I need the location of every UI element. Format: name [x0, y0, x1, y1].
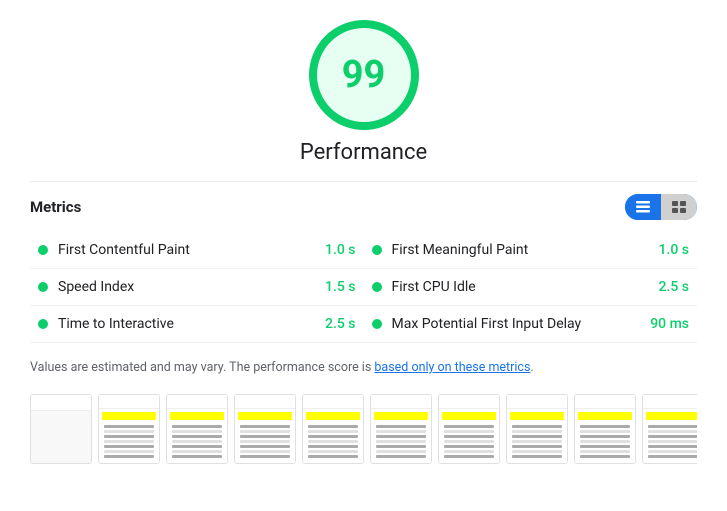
filmstrip-thumbnail: [98, 394, 160, 464]
thumb-content: [371, 409, 431, 463]
notice-after: .: [530, 360, 533, 375]
thumb-content: [439, 409, 499, 463]
metric-name: Speed Index: [58, 279, 317, 295]
filmstrip-thumbnail: [370, 394, 432, 464]
metric-name: First Contentful Paint: [58, 242, 317, 258]
metric-dot: [38, 282, 48, 292]
notice-text: Values are estimated and may vary. The p…: [30, 359, 697, 378]
metric-dot: [372, 319, 382, 329]
metric-row: First CPU Idle 2.5 s: [364, 269, 698, 306]
thumb-top: [303, 395, 363, 409]
view-toggle[interactable]: [625, 194, 697, 220]
score-number: 99: [342, 53, 386, 97]
metric-name: First Meaningful Paint: [392, 242, 651, 258]
thumb-top: [99, 395, 159, 409]
metric-dot: [372, 282, 382, 292]
metric-value: 1.0 s: [325, 242, 356, 258]
thumb-top: [31, 395, 91, 411]
detail-icon: [671, 199, 687, 215]
metric-row: Max Potential First Input Delay 90 ms: [364, 306, 698, 343]
notice-link[interactable]: based only on these metrics: [374, 360, 530, 375]
score-circle: 99: [309, 20, 419, 130]
filmstrip-thumbnail: [574, 394, 636, 464]
thumb-top: [167, 395, 227, 409]
thumb-content: [643, 409, 697, 463]
metric-value: 90 ms: [650, 316, 689, 332]
metric-row: First Meaningful Paint 1.0 s: [364, 232, 698, 269]
metric-value: 1.5 s: [325, 279, 356, 295]
metric-value: 2.5 s: [325, 316, 356, 332]
list-icon: [635, 199, 651, 215]
notice-before: Values are estimated and may vary. The p…: [30, 360, 374, 375]
metric-value: 2.5 s: [659, 279, 690, 295]
metrics-title: Metrics: [30, 198, 81, 216]
thumb-content: [31, 411, 91, 463]
thumb-top: [371, 395, 431, 409]
thumb-top: [235, 395, 295, 409]
thumb-content: [303, 409, 363, 463]
thumb-content: [235, 409, 295, 463]
filmstrip-thumbnail: [642, 394, 697, 464]
detail-view-button[interactable]: [661, 194, 697, 220]
filmstrip-thumbnail: [166, 394, 228, 464]
thumb-content: [575, 409, 635, 463]
score-section: 99 Performance: [30, 20, 697, 165]
metric-row: Speed Index 1.5 s: [30, 269, 364, 306]
list-view-button[interactable]: [625, 194, 661, 220]
filmstrip-thumbnail: [302, 394, 364, 464]
metric-dot: [38, 245, 48, 255]
metric-name: Time to Interactive: [58, 316, 317, 332]
metrics-header: Metrics: [30, 181, 697, 220]
thumb-content: [167, 409, 227, 463]
score-label: Performance: [300, 140, 427, 165]
metric-row: Time to Interactive 2.5 s: [30, 306, 364, 343]
metric-dot: [372, 245, 382, 255]
metrics-grid: First Contentful Paint 1.0 s First Meani…: [30, 232, 697, 343]
thumb-top: [439, 395, 499, 409]
thumb-top: [643, 395, 697, 409]
filmstrip-thumbnail: [30, 394, 92, 464]
metric-dot: [38, 319, 48, 329]
metric-name: Max Potential First Input Delay: [392, 316, 643, 332]
filmstrip-thumbnail: [506, 394, 568, 464]
filmstrip: [30, 394, 697, 464]
thumb-content: [507, 409, 567, 463]
thumb-top: [507, 395, 567, 409]
filmstrip-thumbnail: [438, 394, 500, 464]
metric-value: 1.0 s: [659, 242, 690, 258]
thumb-content: [99, 409, 159, 463]
thumb-top: [575, 395, 635, 409]
metric-row: First Contentful Paint 1.0 s: [30, 232, 364, 269]
filmstrip-thumbnail: [234, 394, 296, 464]
metric-name: First CPU Idle: [392, 279, 651, 295]
